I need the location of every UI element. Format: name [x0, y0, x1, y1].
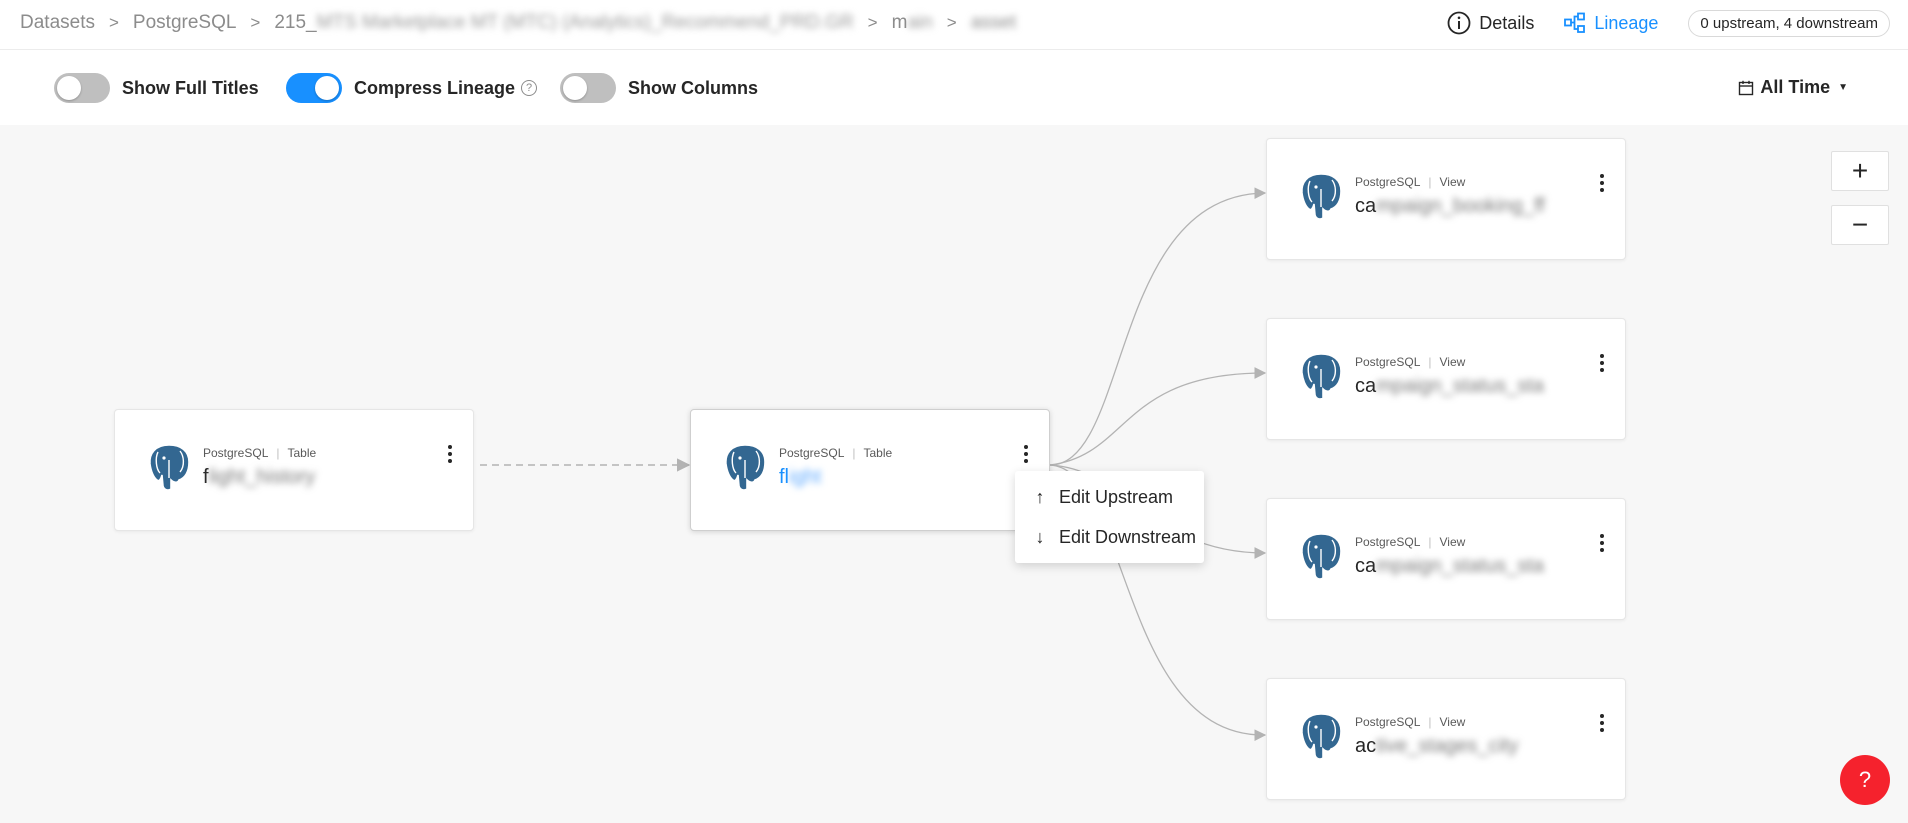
node-meta: PostgreSQL | View [1355, 535, 1466, 549]
breadcrumb-database[interactable]: 215_MTS Marketplace MT (MTC) (Analytics)… [274, 12, 853, 34]
question-circle-icon[interactable]: ? [521, 80, 538, 96]
breadcrumb-separator: > [250, 13, 261, 32]
postgresql-logo-icon [149, 444, 190, 491]
entity-header: Datasets > PostgreSQL > 215_MTS Marketpl… [0, 0, 1908, 50]
details-tab[interactable]: Details [1447, 11, 1534, 35]
node-meta: PostgreSQL | View [1355, 715, 1466, 729]
zoom-in-button[interactable]: + [1831, 151, 1889, 191]
breadcrumb: Datasets > PostgreSQL > 215_MTS Marketpl… [20, 0, 1016, 46]
arrow-down-icon: ↓ [1035, 526, 1045, 547]
caret-down-icon: ▼ [1838, 82, 1848, 93]
node-title[interactable]: campaign_booking_ff [1355, 195, 1545, 218]
edge-center-to-down2 [1049, 367, 1267, 466]
node-subtype: View [1439, 175, 1466, 189]
node-subtype: View [1439, 535, 1466, 549]
node-meta: PostgreSQL | View [1355, 175, 1466, 189]
more-vertical-icon[interactable] [1017, 440, 1035, 468]
node-title-link[interactable]: flight [779, 466, 821, 489]
more-vertical-icon[interactable] [1593, 709, 1611, 737]
lineage-controls: Show Full Titles Compress Lineage ? Show… [0, 51, 1908, 125]
lineage-tab-label: Lineage [1594, 12, 1659, 33]
lineage-canvas[interactable]: PostgreSQL | Table flight_history PostgreS… [0, 125, 1908, 823]
breadcrumb-separator: > [946, 13, 957, 32]
breadcrumb-separator: > [108, 13, 119, 32]
show-full-titles-control: Show Full Titles [54, 73, 259, 103]
node-platform: PostgreSQL [1355, 715, 1421, 729]
node-meta: PostgreSQL | Table [203, 446, 317, 460]
postgresql-logo-icon [1301, 173, 1342, 220]
lineage-node-downstream-1[interactable]: PostgreSQL | View campaign_booking_ff [1266, 138, 1626, 260]
lineage-tab[interactable]: Lineage [1564, 12, 1658, 34]
breadcrumb-postgresql[interactable]: PostgreSQL [133, 12, 237, 34]
edge-center-to-down1 [1049, 187, 1267, 466]
show-columns-control: Show Columns [560, 73, 758, 103]
show-columns-label: Show Columns [628, 77, 758, 98]
edit-downstream-label: Edit Downstream [1059, 526, 1197, 547]
node-title[interactable]: campaign_status_sta [1355, 375, 1544, 398]
breadcrumb-separator: > [867, 13, 878, 32]
lineage-node-downstream-3[interactable]: PostgreSQL | View campaign_status_sta [1266, 498, 1626, 620]
node-platform: PostgreSQL [779, 446, 845, 460]
compress-lineage-control: Compress Lineage ? [286, 73, 538, 103]
node-title[interactable]: campaign_status_sta [1355, 555, 1544, 578]
node-actions-menu: ↑ Edit Upstream ↓ Edit Downstream [1015, 471, 1204, 563]
postgresql-logo-icon [1301, 713, 1342, 760]
lineage-node-center[interactable]: PostgreSQL | Table flight [690, 409, 1050, 531]
show-full-titles-toggle[interactable] [54, 73, 110, 103]
node-subtype: View [1439, 355, 1466, 369]
node-meta: PostgreSQL | View [1355, 355, 1466, 369]
node-platform: PostgreSQL [1355, 355, 1421, 369]
lineage-icon [1564, 12, 1586, 33]
compress-lineage-toggle[interactable] [286, 73, 342, 103]
edit-upstream-label: Edit Upstream [1059, 486, 1174, 507]
node-platform: PostgreSQL [1355, 535, 1421, 549]
node-platform: PostgreSQL [203, 446, 269, 460]
node-platform: PostgreSQL [1355, 175, 1421, 189]
more-vertical-icon[interactable] [441, 440, 459, 468]
more-vertical-icon[interactable] [1593, 169, 1611, 197]
node-subtype: View [1439, 715, 1466, 729]
show-full-titles-label: Show Full Titles [122, 77, 259, 98]
help-button[interactable]: ? [1840, 755, 1890, 805]
zoom-out-button[interactable]: − [1831, 205, 1889, 245]
calendar-icon [1739, 80, 1754, 95]
lineage-node-downstream-2[interactable]: PostgreSQL | View campaign_status_sta [1266, 318, 1626, 440]
time-range-value: All Time [1760, 77, 1831, 97]
breadcrumb-current: asset [970, 12, 1017, 33]
postgresql-logo-icon [1301, 533, 1342, 580]
node-subtype: Table [287, 446, 317, 460]
node-title[interactable]: active_stages_city [1355, 735, 1518, 758]
postgresql-logo-icon [1301, 353, 1342, 400]
lineage-node-upstream[interactable]: PostgreSQL | Table flight_history [114, 409, 474, 531]
more-vertical-icon[interactable] [1593, 529, 1611, 557]
edit-downstream-menu-item[interactable]: ↓ Edit Downstream [1015, 517, 1204, 557]
node-title[interactable]: flight_history [203, 466, 315, 489]
time-range-select[interactable]: All Time ▼ [1738, 77, 1848, 98]
arrow-up-icon: ↑ [1035, 486, 1045, 507]
compress-lineage-label: Compress Lineage [354, 77, 516, 98]
breadcrumb-datasets[interactable]: Datasets [20, 12, 95, 34]
details-tab-label: Details [1479, 12, 1535, 33]
lineage-node-downstream-4[interactable]: PostgreSQL | View active_stages_city [1266, 678, 1626, 800]
more-vertical-icon[interactable] [1593, 349, 1611, 377]
breadcrumb-schema[interactable]: main [892, 12, 933, 34]
lineage-count-badge: 0 upstream, 4 downstream [1688, 9, 1890, 37]
node-subtype: Table [863, 446, 893, 460]
info-icon [1447, 11, 1471, 35]
edit-upstream-menu-item[interactable]: ↑ Edit Upstream [1015, 477, 1204, 517]
node-meta: PostgreSQL | Table [779, 446, 893, 460]
postgresql-logo-icon [725, 444, 766, 491]
show-columns-toggle[interactable] [560, 73, 616, 103]
